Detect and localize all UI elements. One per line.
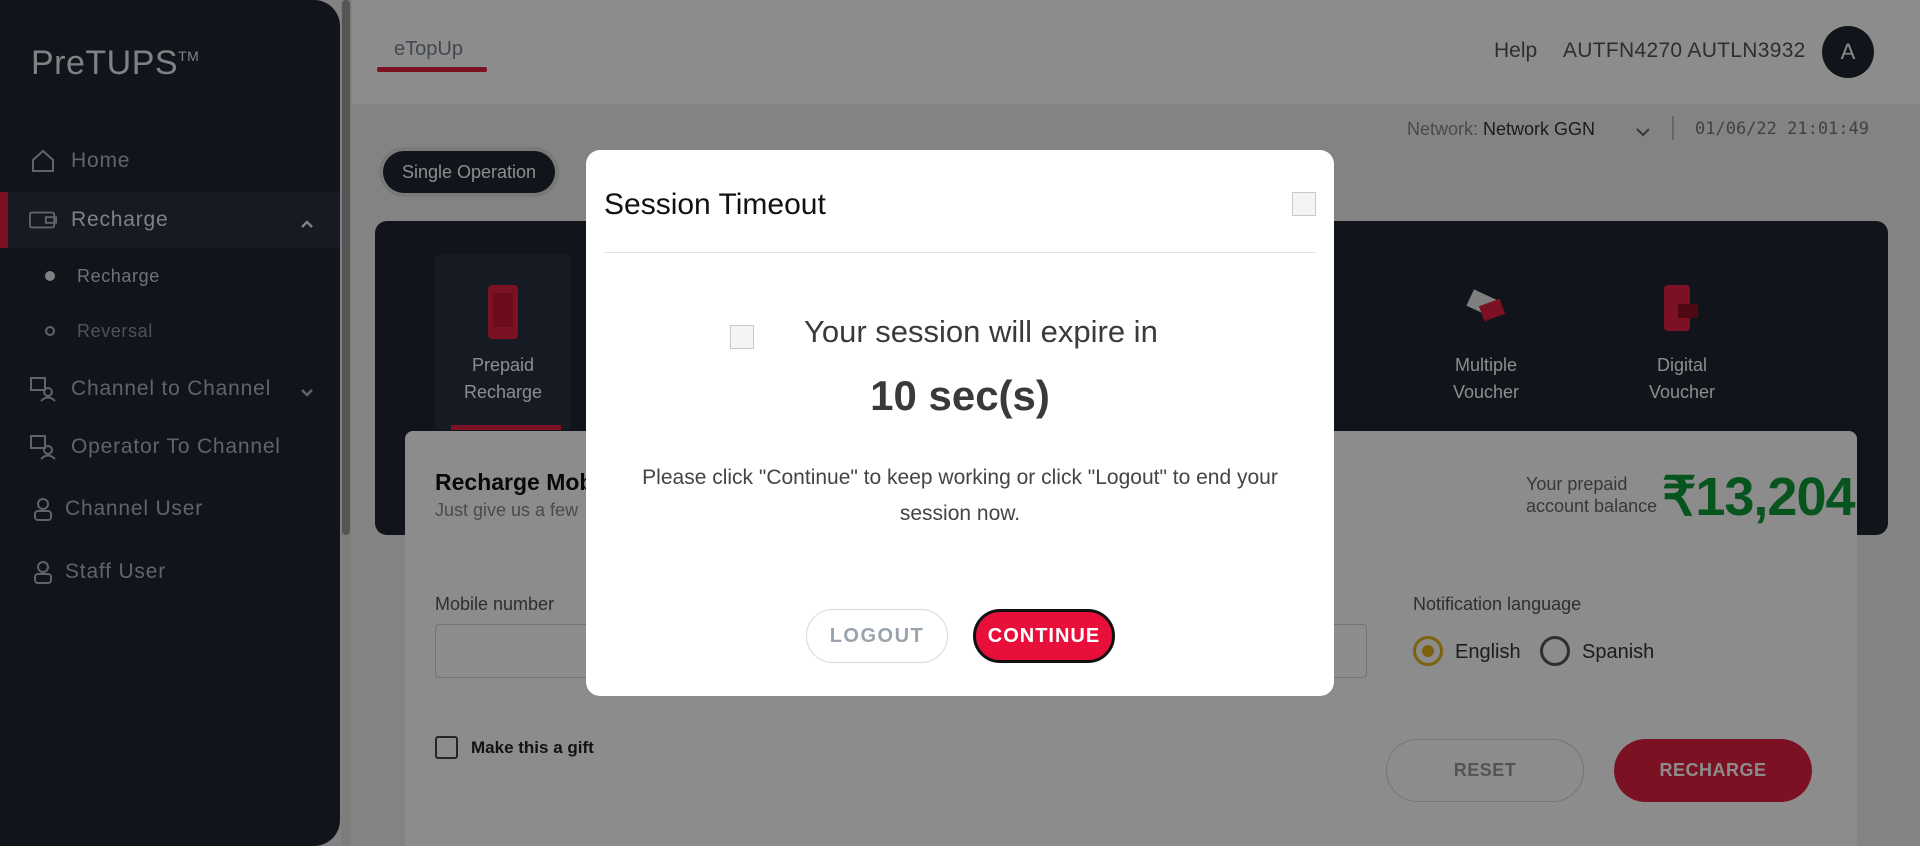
continue-button[interactable]: CONTINUE [973,609,1115,663]
session-timeout-dialog: Session Timeout Your session will expire… [586,150,1334,696]
timer-icon [730,325,754,349]
dialog-message: Please click "Continue" to keep working … [642,466,1278,525]
divider [604,252,1316,253]
expiry-headline: Your session will expire in [804,314,1158,349]
logout-button[interactable]: LOGOUT [806,609,948,663]
close-icon[interactable] [1292,192,1316,216]
countdown-value: 10 sec(s) [870,372,1050,419]
dialog-title: Session Timeout [604,188,826,221]
